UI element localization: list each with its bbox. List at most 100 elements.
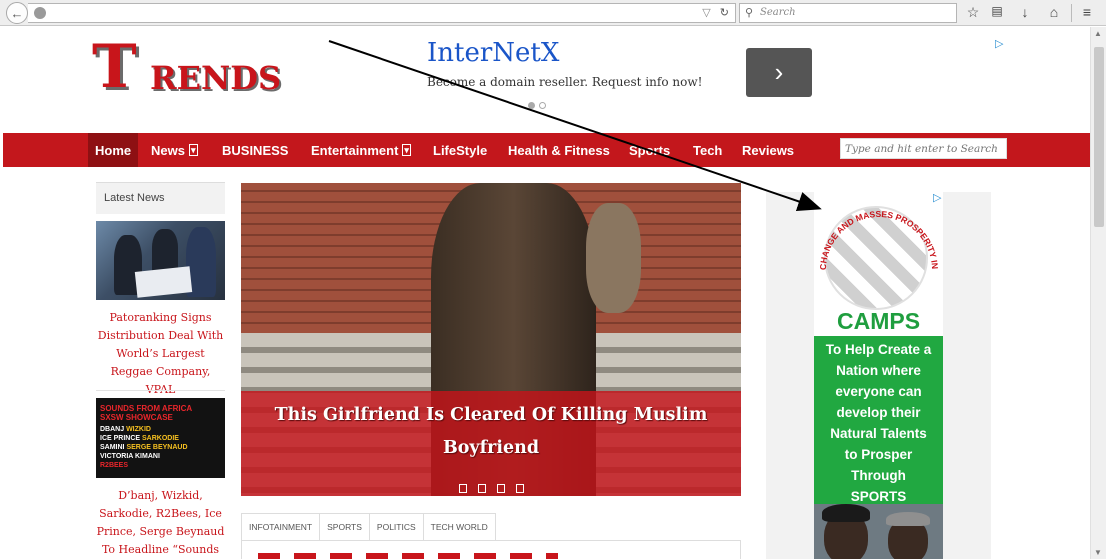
reading-list-icon[interactable]: ▤ — [988, 4, 1006, 18]
slide-dot[interactable] — [497, 484, 505, 493]
slide-dot[interactable] — [459, 484, 467, 493]
nav-entertainment[interactable]: Entertainment ▾ — [311, 133, 411, 167]
hero-title[interactable]: This Girlfriend Is Cleared Of Killing Mu… — [261, 399, 721, 465]
news-item-title[interactable]: Patoranking Signs Distribution Deal With… — [96, 309, 225, 399]
back-arrow-icon[interactable]: ← — [6, 2, 28, 24]
scroll-down-icon[interactable]: ▼ — [1094, 548, 1102, 557]
globe-icon — [34, 7, 46, 19]
cap-shape — [822, 504, 870, 522]
camps-line: To Help Create a — [825, 342, 932, 357]
logo-initial: T — [92, 32, 137, 102]
thumb-text: SOUNDS FROM AFRICA — [100, 404, 193, 413]
page-scrollbar[interactable]: ▲ ▼ — [1090, 27, 1106, 559]
tab-sports[interactable]: SPORTS — [319, 513, 369, 541]
adchoices-icon[interactable]: ▷ — [933, 191, 941, 204]
url-bar[interactable]: ▽ ↻ — [28, 3, 736, 23]
camps-arc-label: CHANGE AND MASSES PROSPERITY IN SPORTS — [814, 192, 940, 270]
home-icon[interactable]: ⌂ — [1045, 4, 1063, 20]
nav-tech-label: Tech — [693, 142, 723, 158]
logo-rest: RENDS — [150, 59, 282, 97]
browser-search-input[interactable]: ⚲ Search — [739, 3, 957, 23]
news-thumbnail[interactable]: SOUNDS FROM AFRICA SXSW SHOWCASE DBANJ W… — [96, 398, 225, 478]
latest-news-heading: Latest News — [96, 182, 225, 214]
page: ← ▽ ↻ ⚲ Search ☆ ▤ ↓ ⌂ ≡ ▲ ▼ T RENDS Int… — [0, 0, 1106, 559]
divider — [96, 390, 225, 391]
scroll-thumb[interactable] — [1094, 47, 1104, 227]
nav-home[interactable]: Home — [88, 133, 139, 167]
download-icon[interactable]: ↓ — [1016, 4, 1034, 20]
slide-dot[interactable] — [478, 484, 486, 493]
news-item-title[interactable]: D’banj, Wizkid, Sarkodie, R2Bees, Ice Pr… — [96, 487, 225, 559]
thumb-text-row: DBANJ WIZKID — [100, 425, 221, 434]
thumb-text: R2BEES — [100, 462, 129, 469]
thumb-text: SAMINI — [100, 444, 125, 451]
scroll-up-icon[interactable]: ▲ — [1094, 29, 1102, 38]
dropdown-icon[interactable]: ▽ — [702, 7, 710, 19]
ad-title[interactable]: InterNetX — [427, 38, 559, 68]
camps-line: Natural Talents — [830, 426, 927, 441]
nav-sports-label: Sports — [629, 142, 671, 158]
thumb-text-row: ICE PRINCE SARKODIE — [100, 434, 221, 443]
thumb-text-row: SAMINI SERGE BEYNAUD — [100, 443, 221, 452]
nav-tech[interactable]: Tech — [693, 133, 722, 167]
thumb-text: SXSW SHOWCASE — [100, 413, 173, 422]
camps-line: develop their — [836, 405, 921, 420]
browser-search-placeholder: Search — [760, 7, 796, 18]
star-icon[interactable]: ☆ — [964, 4, 982, 21]
nav-health-label: Health & Fitness — [508, 142, 610, 158]
nav-sports[interactable]: Sports — [629, 133, 670, 167]
dropdown-icon: ▾ — [402, 144, 411, 156]
camps-arc-text: CHANGE AND MASSES PROSPERITY IN SPORTS — [814, 192, 940, 270]
slide-dot[interactable] — [516, 484, 524, 493]
camps-photo — [814, 504, 943, 559]
hair-shape — [886, 512, 930, 526]
tab-panel-heading-peek — [258, 553, 558, 559]
ad-next-button[interactable]: › — [746, 48, 812, 97]
thumb-text: DBANJ — [100, 426, 125, 433]
menu-icon[interactable]: ≡ — [1078, 4, 1096, 20]
tab-politics[interactable]: POLITICS — [368, 513, 423, 541]
thumb-text: SARKODIE — [142, 435, 179, 442]
news-thumbnail[interactable] — [96, 221, 225, 300]
nav-business-label: BUSINESS — [222, 142, 289, 158]
ad-subtitle[interactable]: Become a domain reseller. Request info n… — [427, 75, 702, 89]
nav-reviews-label: Reviews — [742, 142, 795, 158]
nav-lifestyle-label: LifeStyle — [433, 142, 488, 158]
document-shape — [134, 266, 193, 298]
thumb-text: WIZKID — [126, 426, 151, 433]
thumb-text: SERGE BEYNAUD — [126, 444, 188, 451]
site-logo[interactable]: T RENDS — [92, 37, 322, 99]
hero-pager[interactable] — [459, 480, 535, 496]
hero-slider[interactable]: This Girlfriend Is Cleared Of Killing Mu… — [241, 183, 741, 496]
adchoices-icon[interactable]: ▷ — [995, 37, 1003, 50]
ad-dot-2[interactable] — [539, 102, 546, 109]
browser-toolbar: ← ▽ ↻ ⚲ Search ☆ ▤ ↓ ⌂ ≡ — [0, 0, 1106, 26]
reload-icon[interactable]: ↻ — [720, 7, 729, 19]
camps-line: Through — [851, 468, 906, 483]
url-bar-controls: ▽ ↻ — [702, 6, 729, 19]
svg-text:CHANGE AND MASSES PROSPERITY I: CHANGE AND MASSES PROSPERITY IN SPORTS — [814, 192, 940, 270]
search-icon: ⚲ — [745, 6, 754, 19]
nav-entertainment-label: Entertainment — [311, 142, 399, 158]
nav-business[interactable]: BUSINESS — [222, 133, 288, 167]
camps-ad[interactable]: CHANGE AND MASSES PROSPERITY IN SPORTS C… — [814, 192, 943, 559]
nav-health-fitness[interactable]: Health & Fitness — [508, 133, 610, 167]
thumb-text: ICE PRINCE — [100, 435, 141, 442]
nav-home-label: Home — [95, 142, 132, 158]
site-search-input[interactable] — [840, 138, 1007, 159]
camps-line: everyone can — [835, 384, 922, 399]
tab-infotainment[interactable]: INFOTAINMENT — [241, 513, 320, 541]
ad-dot-1[interactable] — [528, 102, 535, 109]
thumb-text: VICTORIA KIMANI — [100, 453, 160, 460]
tab-panel — [241, 540, 741, 559]
dropdown-icon: ▾ — [188, 144, 198, 156]
nav-lifestyle[interactable]: LifeStyle — [433, 133, 487, 167]
ad-pager[interactable] — [528, 96, 550, 114]
category-tabs: INFOTAINMENT SPORTS POLITICS TECH WORLD — [241, 513, 496, 541]
nav-news[interactable]: News ▾ — [151, 133, 198, 167]
toolbar-separator — [1071, 4, 1072, 22]
camps-name: CAMPS — [836, 308, 921, 334]
camps-line: to Prosper — [844, 447, 913, 462]
nav-reviews[interactable]: Reviews — [742, 133, 794, 167]
tab-tech-world[interactable]: TECH WORLD — [422, 513, 496, 541]
